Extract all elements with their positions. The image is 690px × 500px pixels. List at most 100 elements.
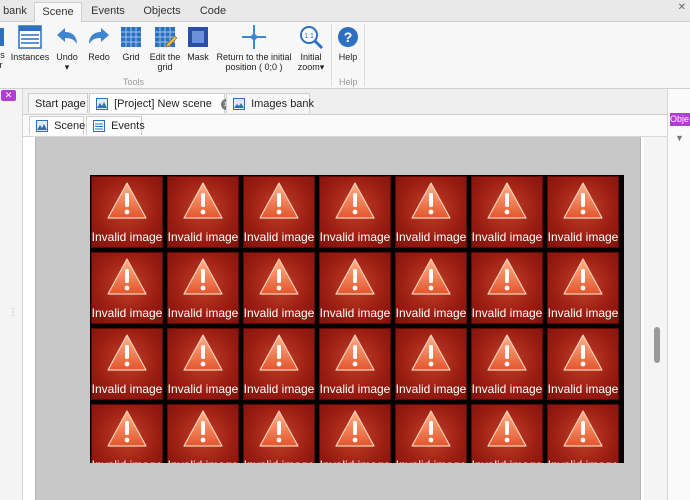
invalid-image-instance[interactable]: Invalid image bbox=[395, 176, 467, 248]
left-splitter-grip-icon[interactable]: ⋮ bbox=[8, 307, 18, 318]
layers-label-1: rs bbox=[0, 50, 5, 60]
help-icon: ? bbox=[338, 27, 358, 47]
return-origin-button[interactable]: Return to the initial position ( 0;0 ) bbox=[214, 24, 294, 72]
ribbon-tab-objects[interactable]: Objects bbox=[136, 2, 188, 21]
undo-dropdown-icon[interactable]: ▾ bbox=[65, 62, 70, 72]
invalid-image-instance[interactable]: Invalid image bbox=[243, 252, 315, 324]
left-panel-strip: ✕ ⋮ bbox=[0, 89, 23, 500]
return-origin-label-1: Return to the initial bbox=[216, 52, 292, 62]
layers-button[interactable]: rs r bbox=[0, 24, 8, 70]
scrollbar-thumb[interactable] bbox=[654, 327, 660, 363]
invalid-image-instance[interactable]: Invalid image bbox=[167, 176, 239, 248]
tab-new-scene[interactable]: [Project] New scene ✕ bbox=[89, 93, 232, 113]
scene-vertical-scrollbar[interactable] bbox=[644, 137, 667, 500]
invalid-image-instance[interactable]: Invalid image bbox=[547, 252, 619, 324]
instances-icon bbox=[18, 25, 42, 49]
invalid-image-label: Invalid image bbox=[167, 306, 239, 320]
invalid-image-label: Invalid image bbox=[471, 230, 543, 244]
invalid-image-instance[interactable]: Invalid image bbox=[319, 404, 391, 463]
ribbon-tab-events[interactable]: Events bbox=[84, 2, 132, 21]
tab-new-scene-label: [Project] New scene bbox=[114, 98, 212, 110]
invalid-image-instance[interactable]: Invalid image bbox=[319, 176, 391, 248]
ribbon-tab-code[interactable]: Code bbox=[192, 2, 234, 21]
invalid-image-label: Invalid image bbox=[243, 382, 315, 396]
instances-grid: Invalid image Invalid image Invalid image I… bbox=[90, 175, 624, 463]
invalid-image-instance[interactable]: Invalid image bbox=[91, 404, 163, 463]
subtab-events[interactable]: Events bbox=[86, 116, 145, 135]
invalid-image-label: Invalid image bbox=[319, 458, 391, 463]
warning-triangle-icon bbox=[259, 182, 299, 219]
invalid-image-label: Invalid image bbox=[395, 382, 467, 396]
objects-panel-header[interactable]: Obje bbox=[670, 113, 690, 126]
invalid-image-instance[interactable]: Invalid image bbox=[471, 404, 543, 463]
invalid-image-instance[interactable]: Invalid image bbox=[167, 404, 239, 463]
invalid-image-instance[interactable]: Invalid image bbox=[471, 328, 543, 400]
ribbon-tab-images-bank[interactable]: bank bbox=[0, 2, 30, 21]
ribbon-close-icon[interactable]: ✕ bbox=[678, 2, 686, 13]
invalid-image-instance[interactable]: Invalid image bbox=[167, 252, 239, 324]
invalid-image-instance[interactable]: Invalid image bbox=[91, 328, 163, 400]
invalid-image-instance[interactable]: Invalid image bbox=[547, 328, 619, 400]
subtab-scene[interactable]: Scene bbox=[29, 116, 86, 135]
warning-triangle-icon bbox=[259, 410, 299, 447]
subtab-scene-label: Scene bbox=[54, 120, 86, 132]
undo-button[interactable]: Undo ▾ bbox=[54, 24, 80, 72]
invalid-image-instance[interactable]: Invalid image bbox=[471, 176, 543, 248]
invalid-image-label: Invalid image bbox=[547, 230, 619, 244]
invalid-image-label: Invalid image bbox=[91, 306, 163, 320]
invalid-image-label: Invalid image bbox=[91, 382, 163, 396]
warning-triangle-icon bbox=[183, 334, 223, 371]
help-button[interactable]: ? Help bbox=[336, 24, 360, 62]
mask-button[interactable]: Mask bbox=[185, 24, 211, 62]
invalid-image-label: Invalid image bbox=[243, 458, 315, 463]
tab-images-bank[interactable]: Images bank bbox=[226, 93, 314, 113]
images-bank-icon bbox=[233, 97, 245, 117]
group-label-help: Help bbox=[339, 77, 358, 87]
edit-grid-button[interactable]: Edit the grid bbox=[148, 24, 182, 72]
invalid-image-instance[interactable]: Invalid image bbox=[471, 252, 543, 324]
layers-icon bbox=[0, 28, 4, 46]
invalid-image-instance[interactable]: Invalid image bbox=[91, 252, 163, 324]
objects-panel: Obje ▼ bbox=[667, 89, 690, 500]
scene-canvas[interactable]: Invalid image Invalid image Invalid image I… bbox=[35, 137, 641, 500]
invalid-image-instance[interactable]: Invalid image bbox=[547, 176, 619, 248]
edit-grid-label-1: Edit the bbox=[149, 52, 181, 62]
help-label: Help bbox=[338, 52, 358, 62]
invalid-image-instance[interactable]: Invalid image bbox=[319, 252, 391, 324]
warning-triangle-icon bbox=[563, 410, 603, 447]
initial-zoom-button[interactable]: 1:1 Initial zoom▾ bbox=[296, 24, 326, 72]
invalid-image-instance[interactable]: Invalid image bbox=[243, 176, 315, 248]
instances-button[interactable]: Instances bbox=[10, 24, 50, 62]
invalid-image-label: Invalid image bbox=[243, 306, 315, 320]
invalid-image-label: Invalid image bbox=[547, 306, 619, 320]
ribbon-tab-scene[interactable]: Scene bbox=[34, 2, 82, 23]
invalid-image-instance[interactable]: Invalid image bbox=[319, 328, 391, 400]
tab-images-bank-label: Images bank bbox=[251, 98, 315, 110]
invalid-image-instance[interactable]: Invalid image bbox=[243, 328, 315, 400]
invalid-image-label: Invalid image bbox=[167, 382, 239, 396]
warning-triangle-icon bbox=[411, 334, 451, 371]
scene-editor[interactable]: Invalid image Invalid image Invalid image I… bbox=[23, 137, 644, 500]
tab-start-page[interactable]: Start page bbox=[28, 93, 88, 113]
redo-button[interactable]: Redo bbox=[85, 24, 113, 62]
invalid-image-label: Invalid image bbox=[547, 458, 619, 463]
collapse-arrow-icon[interactable]: ▼ bbox=[675, 133, 684, 143]
invalid-image-instance[interactable]: Invalid image bbox=[243, 404, 315, 463]
invalid-image-label: Invalid image bbox=[167, 458, 239, 463]
invalid-image-instance[interactable]: Invalid image bbox=[395, 252, 467, 324]
warning-triangle-icon bbox=[335, 334, 375, 371]
invalid-image-instance[interactable]: Invalid image bbox=[167, 328, 239, 400]
warning-triangle-icon bbox=[411, 410, 451, 447]
invalid-image-instance[interactable]: Invalid image bbox=[547, 404, 619, 463]
left-panel-close-icon[interactable]: ✕ bbox=[1, 90, 16, 101]
invalid-image-instance[interactable]: Invalid image bbox=[395, 328, 467, 400]
warning-triangle-icon bbox=[487, 334, 527, 371]
invalid-image-instance[interactable]: Invalid image bbox=[91, 176, 163, 248]
warning-triangle-icon bbox=[183, 182, 223, 219]
edit-grid-icon bbox=[155, 27, 177, 48]
invalid-image-label: Invalid image bbox=[395, 306, 467, 320]
invalid-image-label: Invalid image bbox=[319, 306, 391, 320]
grid-button[interactable]: Grid bbox=[118, 24, 144, 62]
crosshair-icon bbox=[242, 25, 266, 49]
invalid-image-instance[interactable]: Invalid image bbox=[395, 404, 467, 463]
